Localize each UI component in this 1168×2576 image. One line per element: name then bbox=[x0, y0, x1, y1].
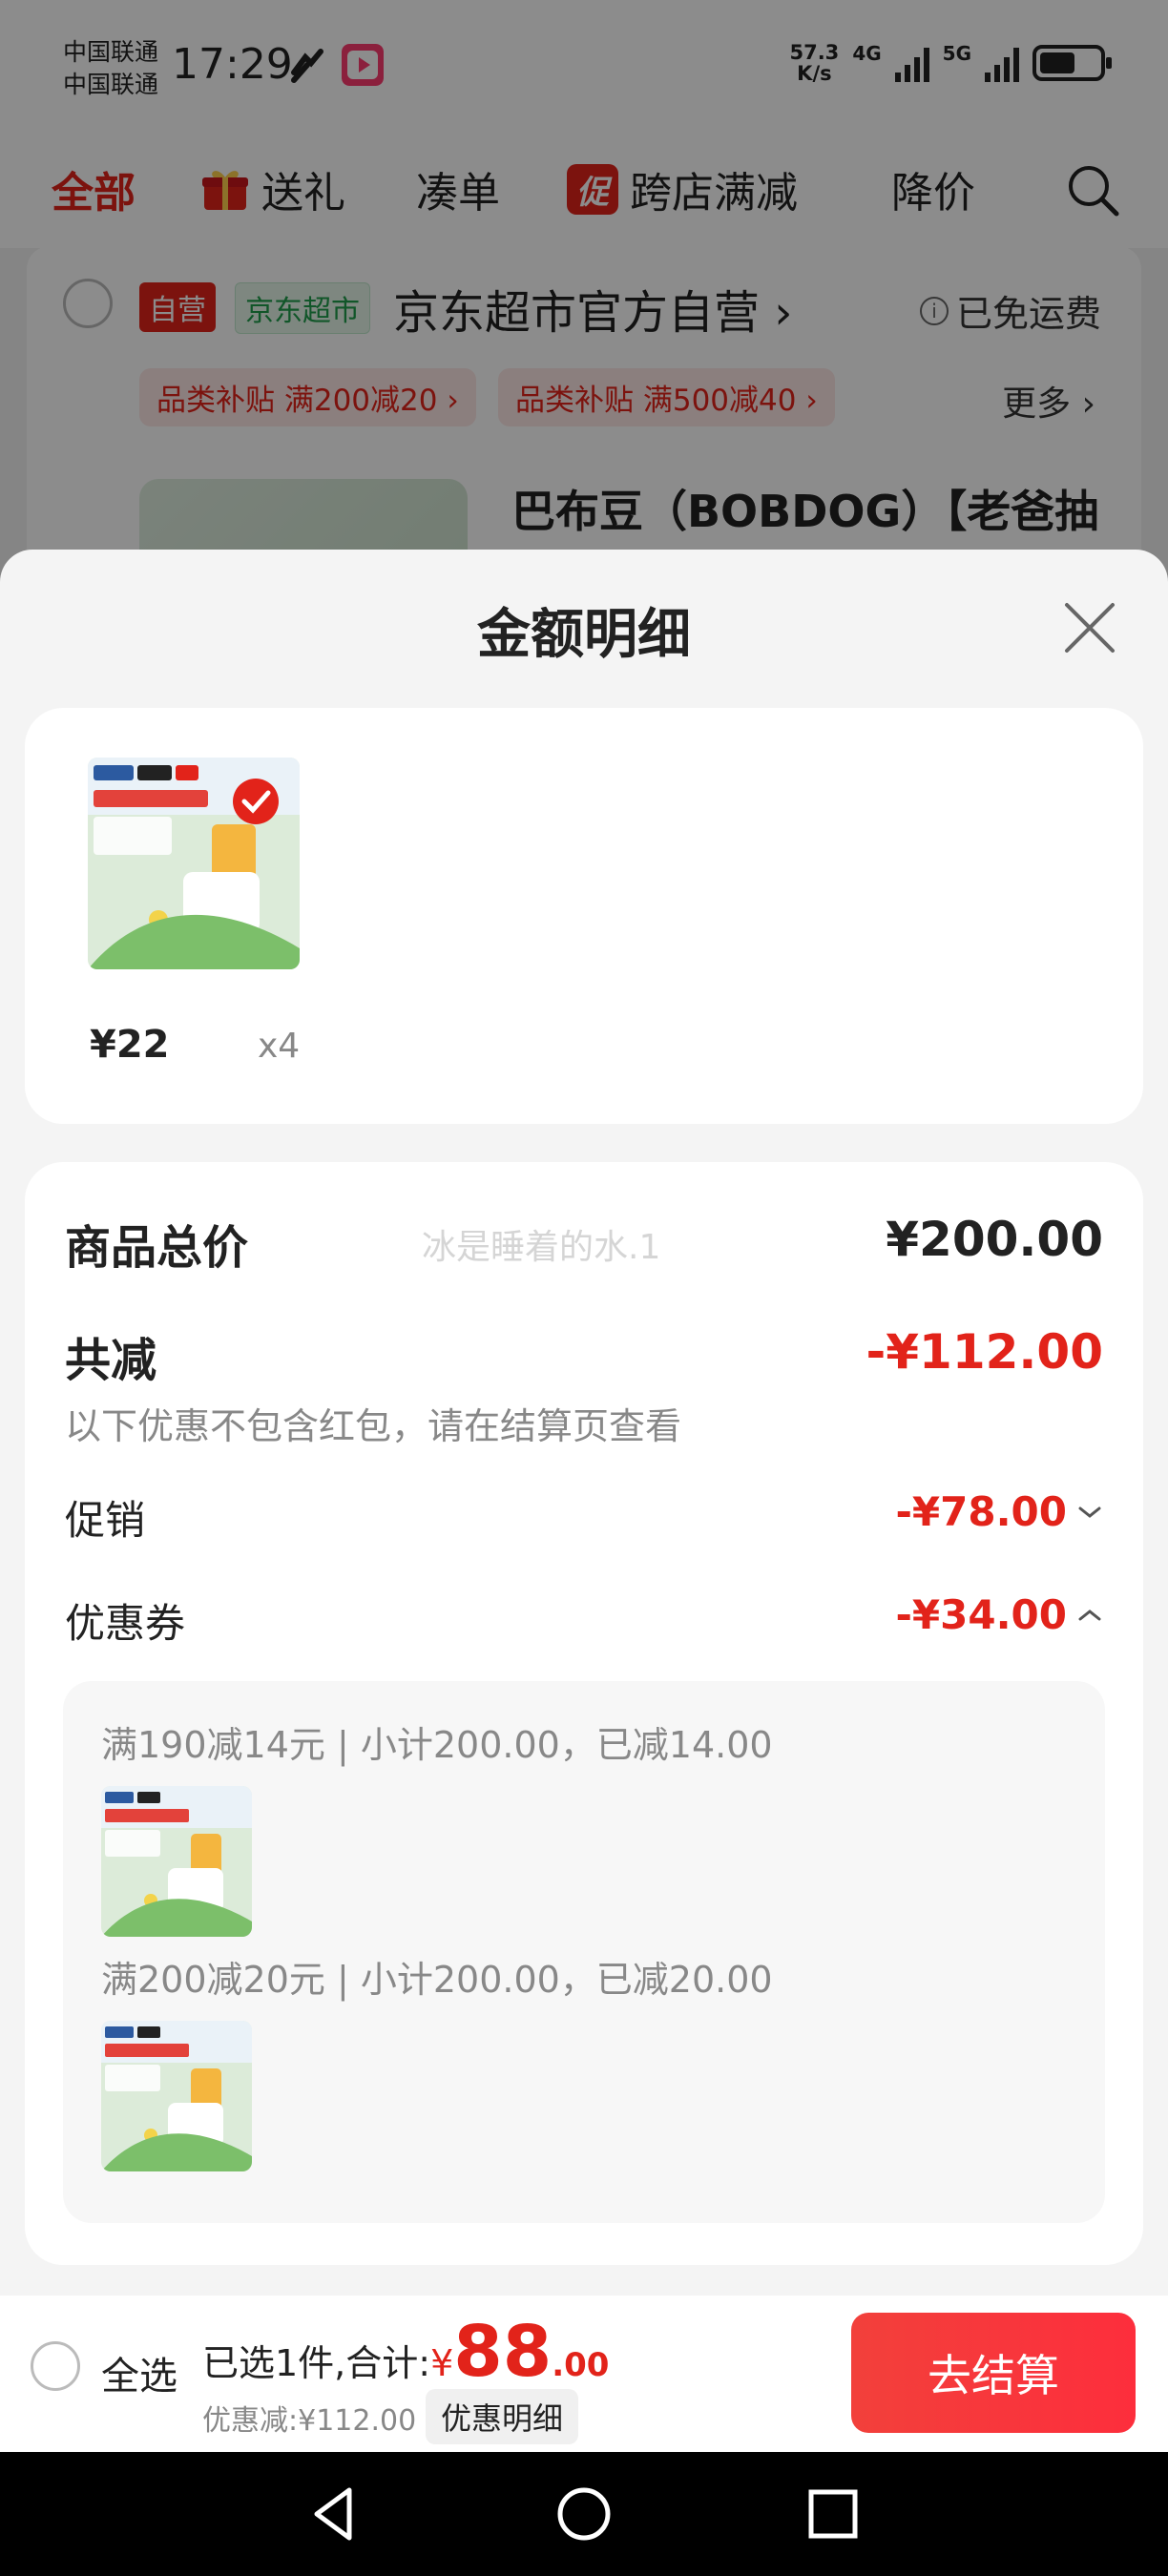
checkout-bar: 全选 已选1件,合计: ¥ 88 .00 优惠减:¥112.00 优惠明细 去结… bbox=[0, 2296, 1168, 2452]
checkout-button[interactable]: 去结算 bbox=[851, 2313, 1136, 2433]
system-nav-bar bbox=[0, 2452, 1168, 2576]
coupon-breakdown: 满190减14元 | 小计200.00，已减14.00 满200减20元 | 小… bbox=[63, 1681, 1105, 2223]
coupon-row-toggle[interactable]: -¥34.00 bbox=[895, 1591, 1103, 1638]
chevron-down-icon bbox=[1078, 1506, 1101, 1518]
coupon-label: 优惠券 bbox=[65, 1600, 186, 1647]
select-all-label[interactable]: 全选 bbox=[101, 2345, 177, 2400]
close-icon[interactable] bbox=[1061, 599, 1118, 656]
coupon-product-thumbnail-2 bbox=[101, 2021, 252, 2171]
total-price-value: ¥200.00 bbox=[886, 1212, 1103, 1267]
sheet-title: 金额明细 bbox=[477, 604, 691, 666]
coupon-value: -¥34.00 bbox=[895, 1591, 1067, 1638]
discount-note: 以下优惠不包含红包，请在结算页查看 bbox=[65, 1405, 682, 1447]
recents-icon[interactable] bbox=[800, 2481, 866, 2547]
product-image bbox=[101, 1786, 252, 1937]
total-amount: 88 bbox=[453, 2311, 553, 2393]
watermark-text: 冰是睡着的水.1 bbox=[422, 1228, 661, 1267]
discount-label: 共减 bbox=[65, 1334, 157, 1387]
saved-amount: 优惠减:¥112.00 bbox=[202, 2404, 417, 2438]
goods-quantity: x4 bbox=[258, 1027, 301, 1066]
promotion-value: -¥78.00 bbox=[895, 1488, 1067, 1535]
product-image bbox=[101, 2021, 252, 2171]
promotion-label: 促销 bbox=[65, 1497, 146, 1544]
back-icon[interactable] bbox=[302, 2481, 368, 2547]
coupon-line-1: 满190减14元 | 小计200.00，已减14.00 bbox=[101, 1724, 773, 1766]
chevron-up-icon bbox=[1078, 1609, 1101, 1620]
home-icon[interactable] bbox=[551, 2481, 617, 2547]
total-currency: ¥ bbox=[430, 2342, 454, 2384]
coupon-line-2: 满200减20元 | 小计200.00，已减20.00 bbox=[101, 1959, 773, 2001]
product-image bbox=[88, 758, 300, 969]
discount-value: -¥112.00 bbox=[866, 1324, 1104, 1380]
total-price-label: 商品总价 bbox=[65, 1221, 249, 1275]
goods-price: ¥22 bbox=[90, 1023, 170, 1067]
total-decimals: .00 bbox=[552, 2346, 610, 2384]
promotion-row-toggle[interactable]: -¥78.00 bbox=[895, 1488, 1103, 1535]
price-detail-card: 商品总价 冰是睡着的水.1 ¥200.00 共减 -¥112.00 以下优惠不包… bbox=[25, 1162, 1143, 2265]
goods-card: ¥22 x4 bbox=[25, 708, 1143, 1124]
discount-detail-button[interactable]: 优惠明细 bbox=[426, 2389, 579, 2444]
goods-thumbnail bbox=[88, 758, 300, 969]
total-summary: 已选1件,合计: ¥ 88 .00 bbox=[202, 2316, 609, 2387]
coupon-product-thumbnail-1 bbox=[101, 1786, 252, 1937]
select-all-radio[interactable] bbox=[31, 2341, 80, 2391]
amount-detail-sheet: 金额明细 ¥22 x4 商品总价 冰是睡着的水.1 ¥200.00 共减 -¥1… bbox=[0, 550, 1168, 2296]
selected-count-text: 已选1件,合计: bbox=[202, 2342, 431, 2384]
